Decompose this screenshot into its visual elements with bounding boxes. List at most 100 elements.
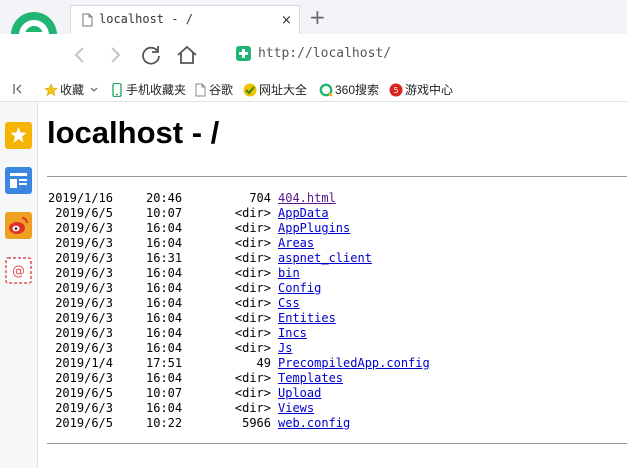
entry-link[interactable]: web.config bbox=[278, 416, 350, 431]
entry-date: 2019/6/3 bbox=[55, 281, 113, 295]
entry-link[interactable]: AppPlugins bbox=[278, 221, 350, 236]
entry-time: 10:07 bbox=[146, 386, 183, 400]
chevron-down-icon bbox=[90, 87, 98, 92]
entry-size: <dir> bbox=[234, 386, 271, 400]
browser-tab[interactable]: localhost - / × bbox=[70, 5, 300, 34]
entry-time: 16:04 bbox=[146, 341, 183, 355]
sidebar: @ bbox=[0, 102, 38, 468]
news-reader-icon[interactable] bbox=[5, 167, 32, 194]
entry-date: 2019/6/3 bbox=[55, 221, 113, 235]
entry-date: 2019/6/3 bbox=[55, 296, 113, 310]
entry-date: 2019/6/5 bbox=[55, 206, 113, 220]
listing-row: 2019/1/16 20:46 704 404.html bbox=[48, 191, 614, 206]
bottom-divider bbox=[47, 443, 627, 444]
entry-size: <dir> bbox=[234, 281, 271, 295]
entry-date: 2019/1/16 bbox=[47, 191, 113, 205]
bookmark-label: 网址大全 bbox=[259, 83, 308, 97]
entry-size: <dir> bbox=[234, 206, 271, 220]
address-bar-input[interactable]: http://localhost/ bbox=[258, 46, 391, 61]
entry-date: 2019/6/3 bbox=[55, 236, 113, 250]
entry-date: 2019/1/4 bbox=[55, 356, 113, 370]
entry-size: 49 bbox=[256, 356, 271, 370]
document-icon bbox=[193, 83, 207, 97]
entry-time: 17:51 bbox=[146, 356, 183, 370]
entry-link[interactable]: Css bbox=[278, 296, 300, 311]
entry-link[interactable]: Config bbox=[278, 281, 321, 296]
tab-close-button[interactable]: × bbox=[281, 13, 292, 28]
phone-icon bbox=[110, 82, 124, 97]
listing-row: 2019/6/3 16:04 <dir> Js bbox=[54, 341, 614, 356]
entry-time: 20:46 bbox=[146, 191, 183, 205]
refresh-icon bbox=[142, 46, 160, 65]
entry-size: <dir> bbox=[234, 311, 271, 325]
entry-link[interactable]: 404.html bbox=[278, 191, 336, 206]
entry-date: 2019/6/3 bbox=[55, 401, 113, 415]
weibo-icon[interactable] bbox=[5, 212, 32, 239]
svg-text:@: @ bbox=[12, 264, 25, 279]
entry-link[interactable]: Areas bbox=[278, 236, 314, 251]
entry-time: 16:04 bbox=[146, 401, 183, 415]
listing-row: 2019/6/5 10:07 <dir> Upload bbox=[54, 386, 614, 401]
bookmark-360-search[interactable]: 360搜索 bbox=[319, 81, 379, 98]
security-shield-icon[interactable] bbox=[236, 46, 251, 61]
bookmark-mobile-favorites[interactable]: 手机收藏夹 bbox=[110, 81, 186, 98]
svg-text:5: 5 bbox=[393, 86, 398, 95]
entry-size: <dir> bbox=[234, 251, 271, 265]
entry-date: 2019/6/5 bbox=[55, 416, 113, 430]
entry-time: 16:04 bbox=[146, 371, 183, 385]
bookmark-game-center[interactable]: 5 游戏中心 bbox=[389, 81, 453, 98]
entry-size: <dir> bbox=[234, 221, 271, 235]
search360-icon bbox=[319, 83, 333, 97]
back-button[interactable] bbox=[68, 43, 92, 67]
page-content: localhost - / 2019/1/16 20:46 704 404.html 2… bbox=[38, 102, 627, 468]
sidebar-toggle-icon[interactable] bbox=[13, 83, 23, 95]
forward-button[interactable] bbox=[103, 43, 127, 67]
listing-row: 2019/6/3 16:04 <dir> Views bbox=[54, 401, 614, 416]
entry-date: 2019/6/3 bbox=[55, 341, 113, 355]
listing-row: 2019/6/5 10:07 <dir> AppData bbox=[54, 206, 614, 221]
mail-icon[interactable]: @ bbox=[5, 257, 32, 284]
bookmarks-bar: 收藏 手机收藏夹 谷歌 网址大全 360搜索 5 游戏中心 bbox=[0, 76, 627, 102]
entry-link[interactable]: aspnet_client bbox=[278, 251, 372, 266]
entry-time: 16:04 bbox=[146, 266, 183, 280]
entry-date: 2019/6/3 bbox=[55, 311, 113, 325]
new-tab-button[interactable]: + bbox=[309, 7, 326, 27]
entry-link[interactable]: Entities bbox=[278, 311, 336, 326]
title-bar: localhost - / × + bbox=[0, 0, 627, 34]
arrow-left-icon bbox=[74, 47, 84, 63]
entry-date: 2019/6/3 bbox=[55, 266, 113, 280]
listing-row: 2019/6/3 16:04 <dir> Config bbox=[54, 281, 614, 296]
listing-row: 2019/6/5 10:22 5966 web.config bbox=[54, 416, 614, 431]
listing-row: 2019/6/3 16:04 <dir> Templates bbox=[54, 371, 614, 386]
bookmark-favorites[interactable]: 收藏 bbox=[44, 81, 98, 98]
listing-row: 2019/6/3 16:04 <dir> bin bbox=[54, 266, 614, 281]
entry-size: <dir> bbox=[234, 326, 271, 340]
home-button[interactable] bbox=[175, 43, 199, 67]
entry-link[interactable]: bin bbox=[278, 266, 300, 281]
home-icon bbox=[177, 45, 197, 64]
bookmark-url-directory[interactable]: 网址大全 bbox=[243, 81, 307, 98]
entry-link[interactable]: Views bbox=[278, 401, 314, 416]
listing-row: 2019/6/3 16:04 <dir> Incs bbox=[54, 326, 614, 341]
entry-link[interactable]: AppData bbox=[278, 206, 329, 221]
document-icon bbox=[82, 13, 93, 27]
entry-date: 2019/6/3 bbox=[55, 251, 113, 265]
arrow-right-icon bbox=[111, 47, 121, 63]
bookmark-google[interactable]: 谷歌 bbox=[193, 81, 233, 98]
entry-link[interactable]: Upload bbox=[278, 386, 321, 401]
page-title: localhost - / bbox=[47, 115, 220, 150]
bookmark-label: 360搜索 bbox=[335, 83, 380, 97]
favorites-star-icon[interactable] bbox=[5, 122, 32, 149]
bookmark-label: 手机收藏夹 bbox=[126, 83, 187, 97]
entry-link[interactable]: PrecompiledApp.config bbox=[278, 356, 430, 371]
bookmark-label: 收藏 bbox=[60, 83, 85, 97]
entry-time: 16:04 bbox=[146, 311, 183, 325]
game-center-icon: 5 bbox=[389, 83, 403, 97]
entry-link[interactable]: Incs bbox=[278, 326, 307, 341]
listing-row: 2019/6/3 16:04 <dir> AppPlugins bbox=[54, 221, 614, 236]
entry-link[interactable]: Js bbox=[278, 341, 292, 356]
entry-size: <dir> bbox=[234, 296, 271, 310]
entry-size: <dir> bbox=[234, 401, 271, 415]
refresh-button[interactable] bbox=[139, 43, 163, 67]
entry-link[interactable]: Templates bbox=[278, 371, 343, 386]
